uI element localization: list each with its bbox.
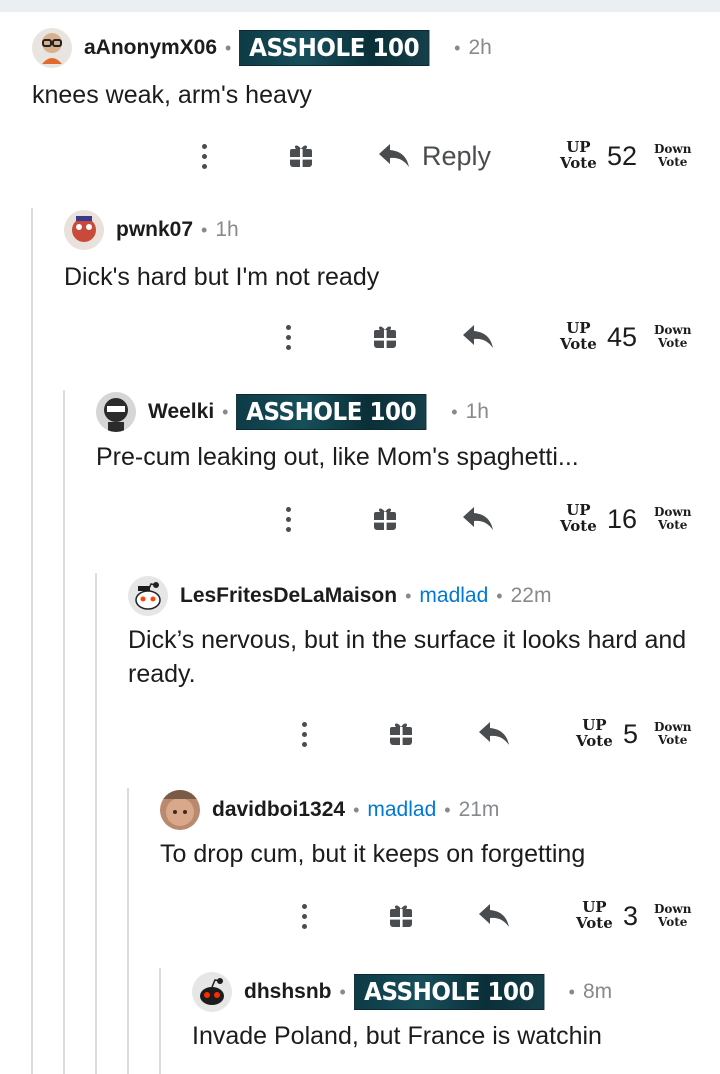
comment-header: dhshsnb • ASSHOLE 100 • 8m [192,972,612,1012]
comment: davidboi1324 • madlad • 21m To drop cum,… [160,790,720,966]
award-icon[interactable] [368,489,402,549]
award-icon[interactable] [384,886,418,946]
reply-arrow-icon [463,325,493,348]
vote-score: 16 [607,503,638,534]
timestamp: 21m [458,798,500,821]
user-flair-badge: ASSHOLE 100 [239,30,430,66]
separator-dot: • [451,401,458,422]
separator-dot: • [339,981,346,1002]
thread-line[interactable] [95,573,97,1074]
username[interactable]: Weelki [148,400,214,424]
comment-actions: Reply UP Vote 52 Down Vote [32,126,720,186]
cartoon-avatar-icon[interactable] [64,210,104,250]
comment: LesFritesDeLaMaison • madlad • 22m Dick’… [128,576,720,786]
comment-actions: UP Vote 16 Down Vote [96,489,720,549]
separator-dot: • [496,585,503,606]
separator-dot: • [225,37,232,58]
thread-line[interactable] [31,208,33,1074]
top-divider [0,0,720,12]
comment-text: To drop cum, but it keeps on forgetting [160,840,586,868]
reply-arrow-icon [379,144,409,167]
more-options-icon[interactable] [292,704,316,764]
comment-header: aAnonymX06 • ASSHOLE 100 • 2h [32,28,492,68]
downvote-button[interactable]: Down Vote [654,886,691,946]
user-flair-badge: ASSHOLE 100 [236,394,427,430]
more-options-icon[interactable] [276,307,300,367]
snoo-avatar-icon[interactable] [128,576,168,616]
thread-line[interactable] [127,788,129,1074]
comment: Weelki • ASSHOLE 100 • 1h Pre-cum leakin… [96,392,720,568]
vote-score: 45 [607,321,638,352]
username[interactable]: dhshsnb [244,980,332,1004]
comment-text: knees weak, arm's heavy [32,81,312,109]
comment-header: LesFritesDeLaMaison • madlad • 22m [128,576,551,616]
reply-button[interactable] [478,704,510,764]
upvote-button[interactable]: UP Vote [576,704,613,764]
comment: dhshsnb • ASSHOLE 100 • 8m Invade Poland… [192,972,720,1072]
downvote-button[interactable]: Down Vote [654,307,691,367]
downvote-button[interactable]: Down Vote [654,704,691,764]
photo-avatar-icon[interactable] [160,790,200,830]
separator-dot: • [201,219,208,240]
username[interactable]: pwnk07 [116,218,193,242]
timestamp: 8m [582,980,613,1003]
username[interactable]: LesFritesDeLaMaison [180,584,397,608]
user-flair: madlad [419,584,489,607]
user-flair-badge: ASSHOLE 100 [353,974,545,1010]
timestamp: 2h [468,36,492,59]
reply-button[interactable]: Reply [378,126,491,186]
more-options-icon[interactable] [292,886,316,946]
comment-text: Pre-cum leaking out, like Mom's spaghett… [96,443,579,471]
comment-text: Dick's hard but I'm not ready [64,263,380,291]
dark-avatar-icon[interactable] [96,392,136,432]
vote-score: 52 [607,140,638,171]
comment-header: pwnk07 • 1h [64,210,239,250]
comment: pwnk07 • 1h Dick's hard but I'm not read… [64,210,720,386]
separator-dot: • [222,401,229,422]
thread-line[interactable] [63,390,65,1074]
more-options-icon[interactable] [276,489,300,549]
award-icon[interactable] [284,126,318,186]
upvote-button[interactable]: UP Vote [576,886,613,946]
downvote-button[interactable]: Down Vote [654,126,691,186]
separator-dot: • [405,585,412,606]
separator-dot: • [454,37,461,58]
award-icon[interactable] [384,704,418,764]
user-flair: madlad [367,798,437,821]
vote-score: 3 [623,900,639,931]
comment-text: Invade Poland, but France is watchin [192,1022,602,1050]
downvote-button[interactable]: Down Vote [654,489,691,549]
award-icon[interactable] [368,307,402,367]
timestamp: 22m [510,584,552,607]
comment-actions: UP Vote 45 Down Vote [64,307,720,367]
comment-actions: UP Vote 3 Down Vote [160,886,720,946]
upvote-button[interactable]: UP Vote [560,489,597,549]
reply-arrow-icon [479,722,509,745]
upvote-button[interactable]: UP Vote [560,307,597,367]
username[interactable]: davidboi1324 [212,798,345,822]
comment-header: davidboi1324 • madlad • 21m [160,790,499,830]
reply-button[interactable] [478,886,510,946]
separator-dot: • [444,799,451,820]
comment: aAnonymX06 • ASSHOLE 100 • 2h knees weak… [32,28,720,204]
comment-header: Weelki • ASSHOLE 100 • 1h [96,392,489,432]
cartoon-glasses-avatar-icon[interactable] [32,28,72,68]
username[interactable]: aAnonymX06 [84,36,217,60]
reply-button[interactable] [462,489,494,549]
comment-actions: UP Vote 5 Down Vote [128,704,720,764]
timestamp: 1h [215,218,239,241]
reply-arrow-icon [463,507,493,530]
more-options-icon[interactable] [192,126,216,186]
vote-score: 5 [623,718,639,749]
reply-label: Reply [422,140,492,171]
reply-button[interactable] [462,307,494,367]
thread-line[interactable] [159,968,161,1074]
separator-dot: • [353,799,360,820]
snoo-red-eye-avatar-icon[interactable] [192,972,232,1012]
timestamp: 1h [465,400,489,423]
upvote-button[interactable]: UP Vote [560,126,597,186]
reply-arrow-icon [479,904,509,927]
comment-text: Dick’s nervous, but in the surface it lo… [128,626,687,688]
separator-dot: • [568,981,575,1002]
